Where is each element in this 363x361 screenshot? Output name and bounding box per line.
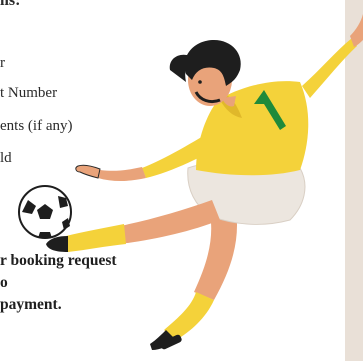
- page: ils: r t Number ents (if any) ld r booki…: [0, 0, 363, 361]
- soccer-ball-icon: [18, 185, 72, 239]
- kicking-leg: [46, 200, 220, 252]
- raised-arm: [302, 14, 363, 98]
- soccer-player-illustration: [18, 14, 363, 350]
